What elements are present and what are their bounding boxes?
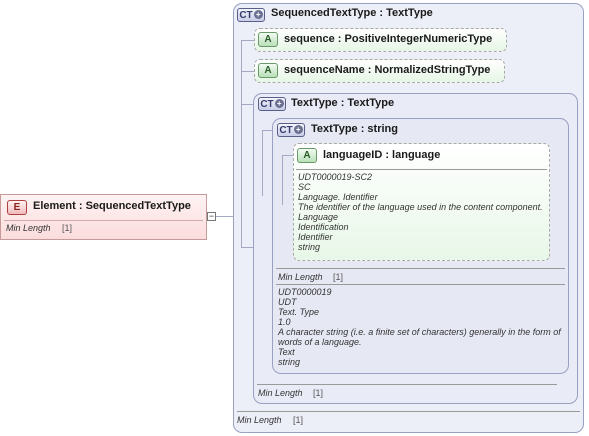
texttype-doc-line: Text xyxy=(278,347,295,357)
languageid-attribute-title: languageID : language xyxy=(323,149,441,161)
languageid-doc-line: string xyxy=(298,242,321,252)
languageid-attribute-badge: A xyxy=(297,148,317,163)
ct-badge-label: CT xyxy=(279,125,293,136)
texttype-string-title: TextType : string xyxy=(311,123,398,135)
texttype-doc-line: UDT0000019 xyxy=(278,287,332,297)
outer-tree-branch-sequence xyxy=(241,40,255,41)
languageid-doc-line: Identifier xyxy=(298,232,333,242)
outer-min-divider xyxy=(237,411,580,412)
languageid-doc-line: Language xyxy=(298,212,339,222)
inner-min-length-label: Min Length xyxy=(278,272,323,282)
element-title: Element : SequencedTextType xyxy=(33,200,191,212)
texttype-min-length-value: [1] xyxy=(313,388,324,398)
expand-plus-icon: + xyxy=(253,10,263,19)
inner-tree-branch xyxy=(282,155,293,156)
inner-min-divider xyxy=(276,268,565,269)
texttype-doc-line: UDT xyxy=(278,297,297,307)
sequence-attribute-badge: A xyxy=(258,32,278,47)
texttype-doc-line: words of a language. xyxy=(278,337,362,347)
ct-badge-label: CT xyxy=(239,10,253,21)
texttype-doc-line: Text. Type xyxy=(278,307,320,317)
texttype-min-length-label: Min Length xyxy=(258,388,303,398)
sequencedtexttype-title: SequencedTextType : TextType xyxy=(271,7,433,19)
expand-plus-icon: + xyxy=(274,99,284,108)
element-divider xyxy=(4,220,203,221)
outer-tree-branch-sequencename xyxy=(241,71,255,72)
sequencedtexttype-badge: CT + xyxy=(237,8,265,22)
texttype-doc-line: 1.0 xyxy=(278,317,291,327)
sequencename-attribute-badge: A xyxy=(258,63,278,78)
languageid-doc-line: Language. Identifier xyxy=(298,192,378,202)
ct-badge-label: CT xyxy=(260,99,274,110)
texttype-tree-trunk xyxy=(262,130,263,196)
outer-min-length-value: [1] xyxy=(293,415,304,425)
element-min-length-label: Min Length xyxy=(6,223,51,233)
languageid-doc-line: UDT0000019-SC2 xyxy=(298,172,373,182)
outer-tree-bottom xyxy=(241,247,253,248)
texttype-doc-line: A character string (i.e. a finite set of… xyxy=(278,327,561,337)
outer-tree-branch-texttype xyxy=(241,104,253,105)
expand-plus-icon: + xyxy=(293,125,303,134)
sequencename-attribute-label: sequenceName : NormalizedStringType xyxy=(284,64,491,76)
inner-doc-divider xyxy=(276,284,565,285)
outer-min-length-label: Min Length xyxy=(237,415,282,425)
texttype-badge: CT + xyxy=(258,97,286,111)
texttype-min-divider xyxy=(257,384,557,385)
sequence-attribute-label: sequence : PositiveIntegerNumericType xyxy=(284,33,493,45)
languageid-doc-line: Identification xyxy=(298,222,349,232)
languageid-doc-line: SC xyxy=(298,182,311,192)
texttype-tree-branch xyxy=(262,130,272,131)
element-min-length-value: [1] xyxy=(62,223,73,233)
collapse-toggle[interactable]: − xyxy=(207,212,216,221)
languageid-divider xyxy=(296,169,547,170)
texttype-doc-line: string xyxy=(278,357,301,367)
element-badge: E xyxy=(7,200,27,215)
texttype-string-badge: CT + xyxy=(277,123,305,137)
texttype-title: TextType : TextType xyxy=(291,97,395,109)
inner-min-length-value: [1] xyxy=(333,272,344,282)
inner-tree-trunk xyxy=(282,155,283,205)
languageid-doc-line: The identifier of the language used in t… xyxy=(298,202,543,212)
